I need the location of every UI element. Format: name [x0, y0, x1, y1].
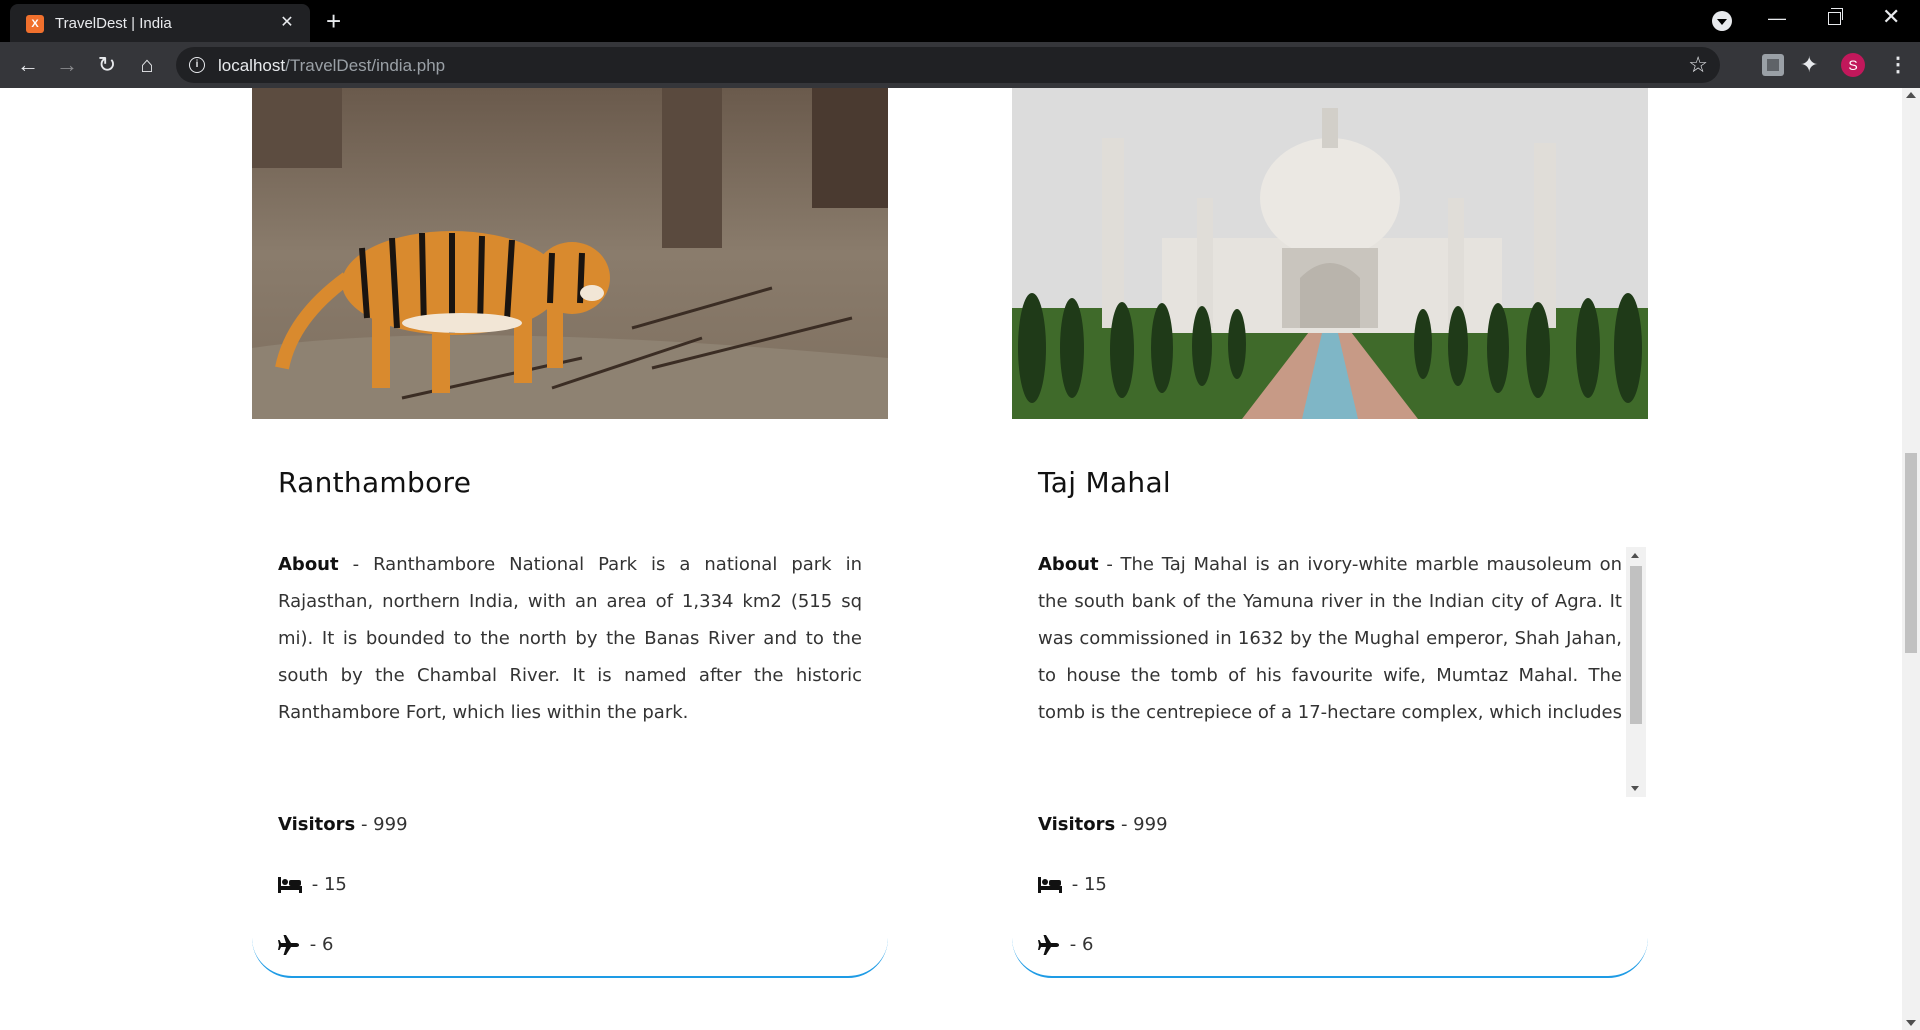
plane-icon	[1038, 935, 1059, 955]
page-scroll-up-icon[interactable]	[1906, 92, 1916, 98]
page-scroll-down-icon[interactable]	[1906, 1020, 1916, 1026]
plane-icon	[278, 935, 299, 955]
browser-tab-bar: X TravelDest | India ✕ + — ✕	[0, 0, 1920, 42]
bookmark-star-icon[interactable]: ☆	[1688, 52, 1708, 78]
minimize-button[interactable]: —	[1768, 8, 1786, 29]
extension-icon[interactable]	[1762, 54, 1784, 76]
browser-menu-icon[interactable]: ⋮	[1888, 52, 1908, 77]
place-name: Ranthambore	[278, 466, 472, 499]
destination-card-ranthambore: Ranthambore About - Ranthambore National…	[252, 88, 888, 978]
tab-title: TravelDest | India	[55, 15, 172, 32]
about-text: - Ranthambore National Park is a nationa…	[278, 554, 862, 723]
visitors-value: - 999	[1115, 814, 1168, 835]
flights-stat: - 6	[278, 934, 333, 955]
flights-value: - 6	[1064, 934, 1094, 955]
tab-search-icon[interactable]	[1712, 11, 1732, 31]
forward-button[interactable]: →	[53, 51, 81, 79]
page-scrollbar-thumb[interactable]	[1905, 453, 1917, 653]
tab-close-icon[interactable]: ✕	[276, 12, 298, 34]
scroll-up-arrow-icon[interactable]	[1631, 553, 1639, 558]
about-section[interactable]: About - The Taj Mahal is an ivory-white …	[1038, 546, 1622, 738]
site-info-icon[interactable]: i	[189, 57, 205, 73]
hotels-stat: - 15	[1038, 874, 1107, 895]
about-label: About	[1038, 554, 1099, 575]
reload-button[interactable]: ↻	[93, 51, 121, 79]
hotels-value: - 15	[306, 874, 347, 895]
destination-card-taj-mahal: Taj Mahal About - The Taj Mahal is an iv…	[1012, 88, 1648, 978]
home-button[interactable]: ⌂	[133, 51, 161, 79]
address-bar[interactable]: i localhost/TravelDest/india.php ☆	[176, 47, 1720, 83]
visitors-label: Visitors	[1038, 814, 1116, 835]
bed-icon	[278, 877, 302, 893]
visitors-value: - 999	[355, 814, 408, 835]
url-text[interactable]: localhost/TravelDest/india.php	[218, 56, 445, 76]
taj-mahal-photo	[1012, 88, 1648, 419]
visitors-label: Visitors	[278, 814, 356, 835]
visitors-stat: Visitors - 999	[278, 814, 408, 835]
extensions-puzzle-icon[interactable]: ✦	[1800, 54, 1822, 76]
profile-avatar[interactable]: S	[1841, 53, 1865, 77]
page-viewport: Ranthambore About - Ranthambore National…	[0, 88, 1920, 1030]
about-scrollbar[interactable]	[1626, 547, 1646, 797]
restore-button[interactable]	[1828, 8, 1843, 25]
flights-stat: - 6	[1038, 934, 1093, 955]
bed-icon	[1038, 877, 1062, 893]
flights-value: - 6	[304, 934, 334, 955]
url-host: localhost	[218, 56, 286, 75]
window-close-button[interactable]: ✕	[1882, 4, 1900, 30]
new-tab-button[interactable]: +	[326, 8, 341, 34]
about-label: About	[278, 554, 339, 575]
back-button[interactable]: ←	[14, 51, 42, 79]
about-paragraph: About - The Taj Mahal is an ivory-white …	[1038, 546, 1622, 738]
scrollbar-thumb[interactable]	[1630, 566, 1642, 724]
page-scrollbar[interactable]	[1902, 88, 1920, 1030]
place-name: Taj Mahal	[1038, 466, 1172, 499]
about-section: About - Ranthambore National Park is a n…	[278, 546, 862, 738]
browser-tab[interactable]: X TravelDest | India ✕	[10, 4, 310, 42]
tiger-photo	[252, 88, 888, 419]
about-paragraph: About - Ranthambore National Park is a n…	[278, 546, 862, 731]
hotels-stat: - 15	[278, 874, 347, 895]
scroll-down-arrow-icon[interactable]	[1631, 786, 1639, 791]
hotels-value: - 15	[1066, 874, 1107, 895]
about-text: - The Taj Mahal is an ivory-white marble…	[1038, 554, 1622, 723]
xampp-favicon-icon: X	[26, 15, 44, 33]
url-path: /TravelDest/india.php	[285, 56, 446, 75]
browser-toolbar: ← → ↻ ⌂ i localhost/TravelDest/india.php…	[0, 42, 1920, 88]
visitors-stat: Visitors - 999	[1038, 814, 1168, 835]
